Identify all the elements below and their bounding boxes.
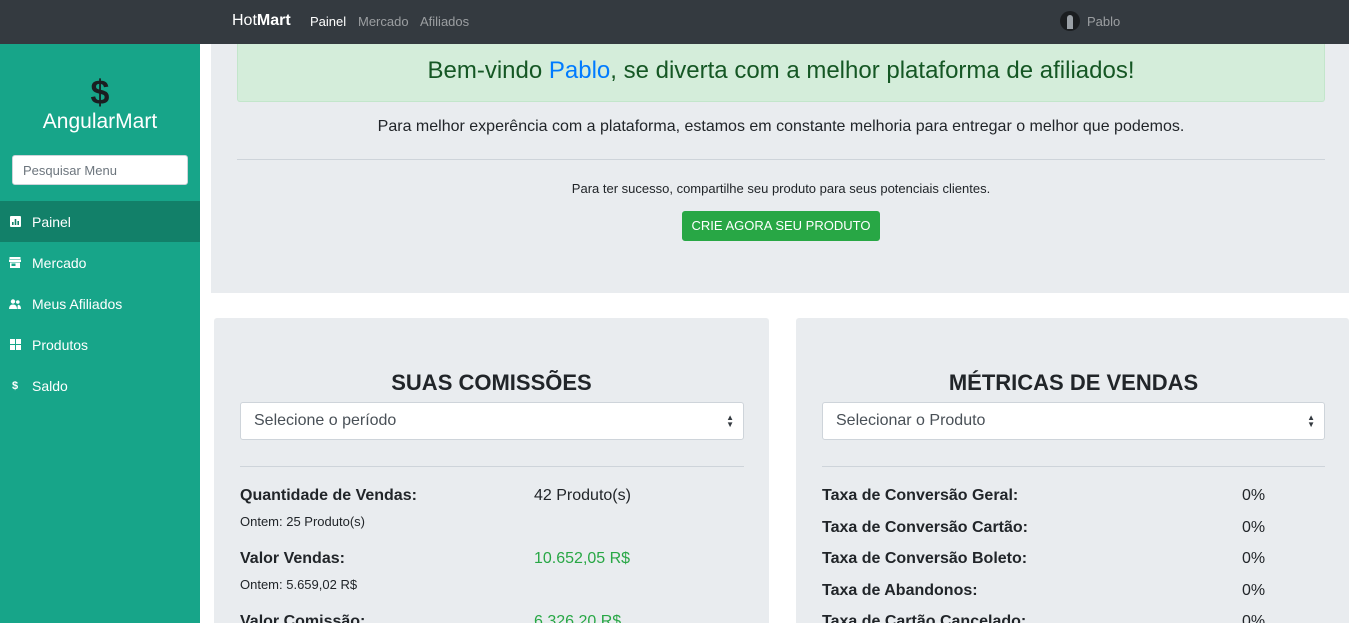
sidebar-item-label: Painel [32, 213, 71, 230]
nav-link-afiliados[interactable]: Afiliados [420, 14, 469, 29]
brand-prefix: Hot [232, 12, 257, 29]
sales-quantity-yesterday: Ontem: 25 Produto(s) [240, 514, 365, 529]
greeting-user-name: Pablo [548, 57, 611, 84]
sales-value-value: 10.652,05 R$ [534, 550, 631, 567]
welcome-tip: Para ter sucesso, compartilhe seu produt… [571, 181, 991, 196]
brand-bold: Mart [256, 12, 291, 29]
dollar-logo-icon: $ [90, 74, 110, 112]
greeting-suffix: , se diverta com a melhor plataforma de … [610, 57, 1135, 84]
sidebar-item-produtos[interactable]: Produtos [0, 324, 200, 365]
sidebar-item-label: Meus Afiliados [32, 295, 123, 312]
metric-label: Taxa de Abandonos: [822, 582, 978, 599]
sales-value-yesterday: Ontem: 5.659,02 R$ [240, 577, 358, 592]
top-navbar: HotMart Painel Mercado Afiliados Pablo [0, 0, 1349, 44]
sales-quantity-label: Quantidade de Vendas: [240, 487, 417, 504]
sidebar-item-label: Produtos [32, 336, 89, 353]
chart-icon [9, 216, 21, 228]
select-arrows-icon: ▲ ▼ [726, 413, 734, 429]
metric-label: Taxa de Conversão Geral: [822, 487, 1019, 504]
sidebar-item-label: Mercado [32, 254, 87, 271]
sales-quantity-value: 42 Produto(s) [534, 487, 631, 504]
divider [240, 466, 744, 467]
user-menu[interactable]: Pablo [1060, 10, 1120, 32]
metric-value: 0% [1242, 613, 1266, 623]
metric-value: 0% [1242, 550, 1266, 567]
select-arrows-icon: ▲ ▼ [1307, 413, 1315, 429]
store-icon [9, 257, 21, 269]
nav-link-mercado[interactable]: Mercado [358, 14, 409, 29]
divider [237, 159, 1325, 160]
sidebar-item-saldo[interactable]: $ Saldo [0, 365, 200, 406]
grid-icon [9, 339, 21, 351]
sidebar-item-mercado[interactable]: Mercado [0, 242, 200, 283]
commissions-card: SUAS COMISSÕES Selecione o período ▲ ▼ Qu… [214, 318, 769, 623]
sidebar-item-label: Saldo [32, 377, 68, 394]
commission-value-label: Valor Comissão: [240, 613, 366, 623]
brand-logo[interactable]: HotMart [232, 12, 291, 30]
greeting-prefix: Bem-vindo [427, 57, 549, 84]
sidebar: $ AngularMart Painel Mercado Meus Afilia… [0, 44, 200, 623]
metrics-title: MÉTRICAS DE VENDAS [948, 370, 1199, 395]
sidebar-item-painel[interactable]: Painel [0, 201, 200, 242]
metric-label: Taxa de Conversão Cartão: [822, 519, 1028, 536]
metric-value: 0% [1242, 487, 1266, 504]
people-icon [9, 298, 21, 310]
dollar-icon: $ [11, 379, 19, 392]
welcome-lead: Para melhor experência com a plataforma,… [377, 118, 1185, 135]
metric-value: 0% [1242, 519, 1266, 536]
commission-value-value: 6.326,20 R$ [534, 613, 622, 623]
user-name: Pablo [1087, 13, 1121, 29]
divider [822, 466, 1325, 467]
period-select-value: Selecione o período [254, 412, 397, 429]
nav-link-painel[interactable]: Painel [310, 14, 346, 29]
sales-value-label: Valor Vendas: [240, 550, 345, 567]
metric-label: Taxa de Cartão Cancelado: [822, 613, 1027, 623]
product-select[interactable]: Selecionar o Produto ▲ ▼ [822, 402, 1325, 440]
sales-metrics-card: MÉTRICAS DE VENDAS Selecionar o Produto … [796, 318, 1349, 623]
product-select-value: Selecionar o Produto [836, 412, 986, 429]
sidebar-logo-text: AngularMart [42, 110, 158, 133]
search-menu-input[interactable] [12, 155, 188, 185]
welcome-message: Bem-vindo Pablo, se diverta com a melhor… [238, 57, 1324, 85]
sidebar-menu: Painel Mercado Meus Afiliados Produtos $… [0, 201, 200, 406]
welcome-alert: Bem-vindo Pablo, se diverta com a melhor… [237, 44, 1325, 102]
metric-value: 0% [1242, 582, 1266, 599]
metric-label: Taxa de Conversão Boleto: [822, 550, 1028, 567]
create-product-button[interactable]: CRIE AGORA SEU PRODUTO [682, 211, 880, 241]
commissions-title: SUAS COMISSÕES [391, 370, 592, 395]
period-select[interactable]: Selecione o período ▲ ▼ [240, 402, 744, 440]
sidebar-item-meus-afiliados[interactable]: Meus Afiliados [0, 283, 200, 324]
avatar [1060, 11, 1080, 31]
